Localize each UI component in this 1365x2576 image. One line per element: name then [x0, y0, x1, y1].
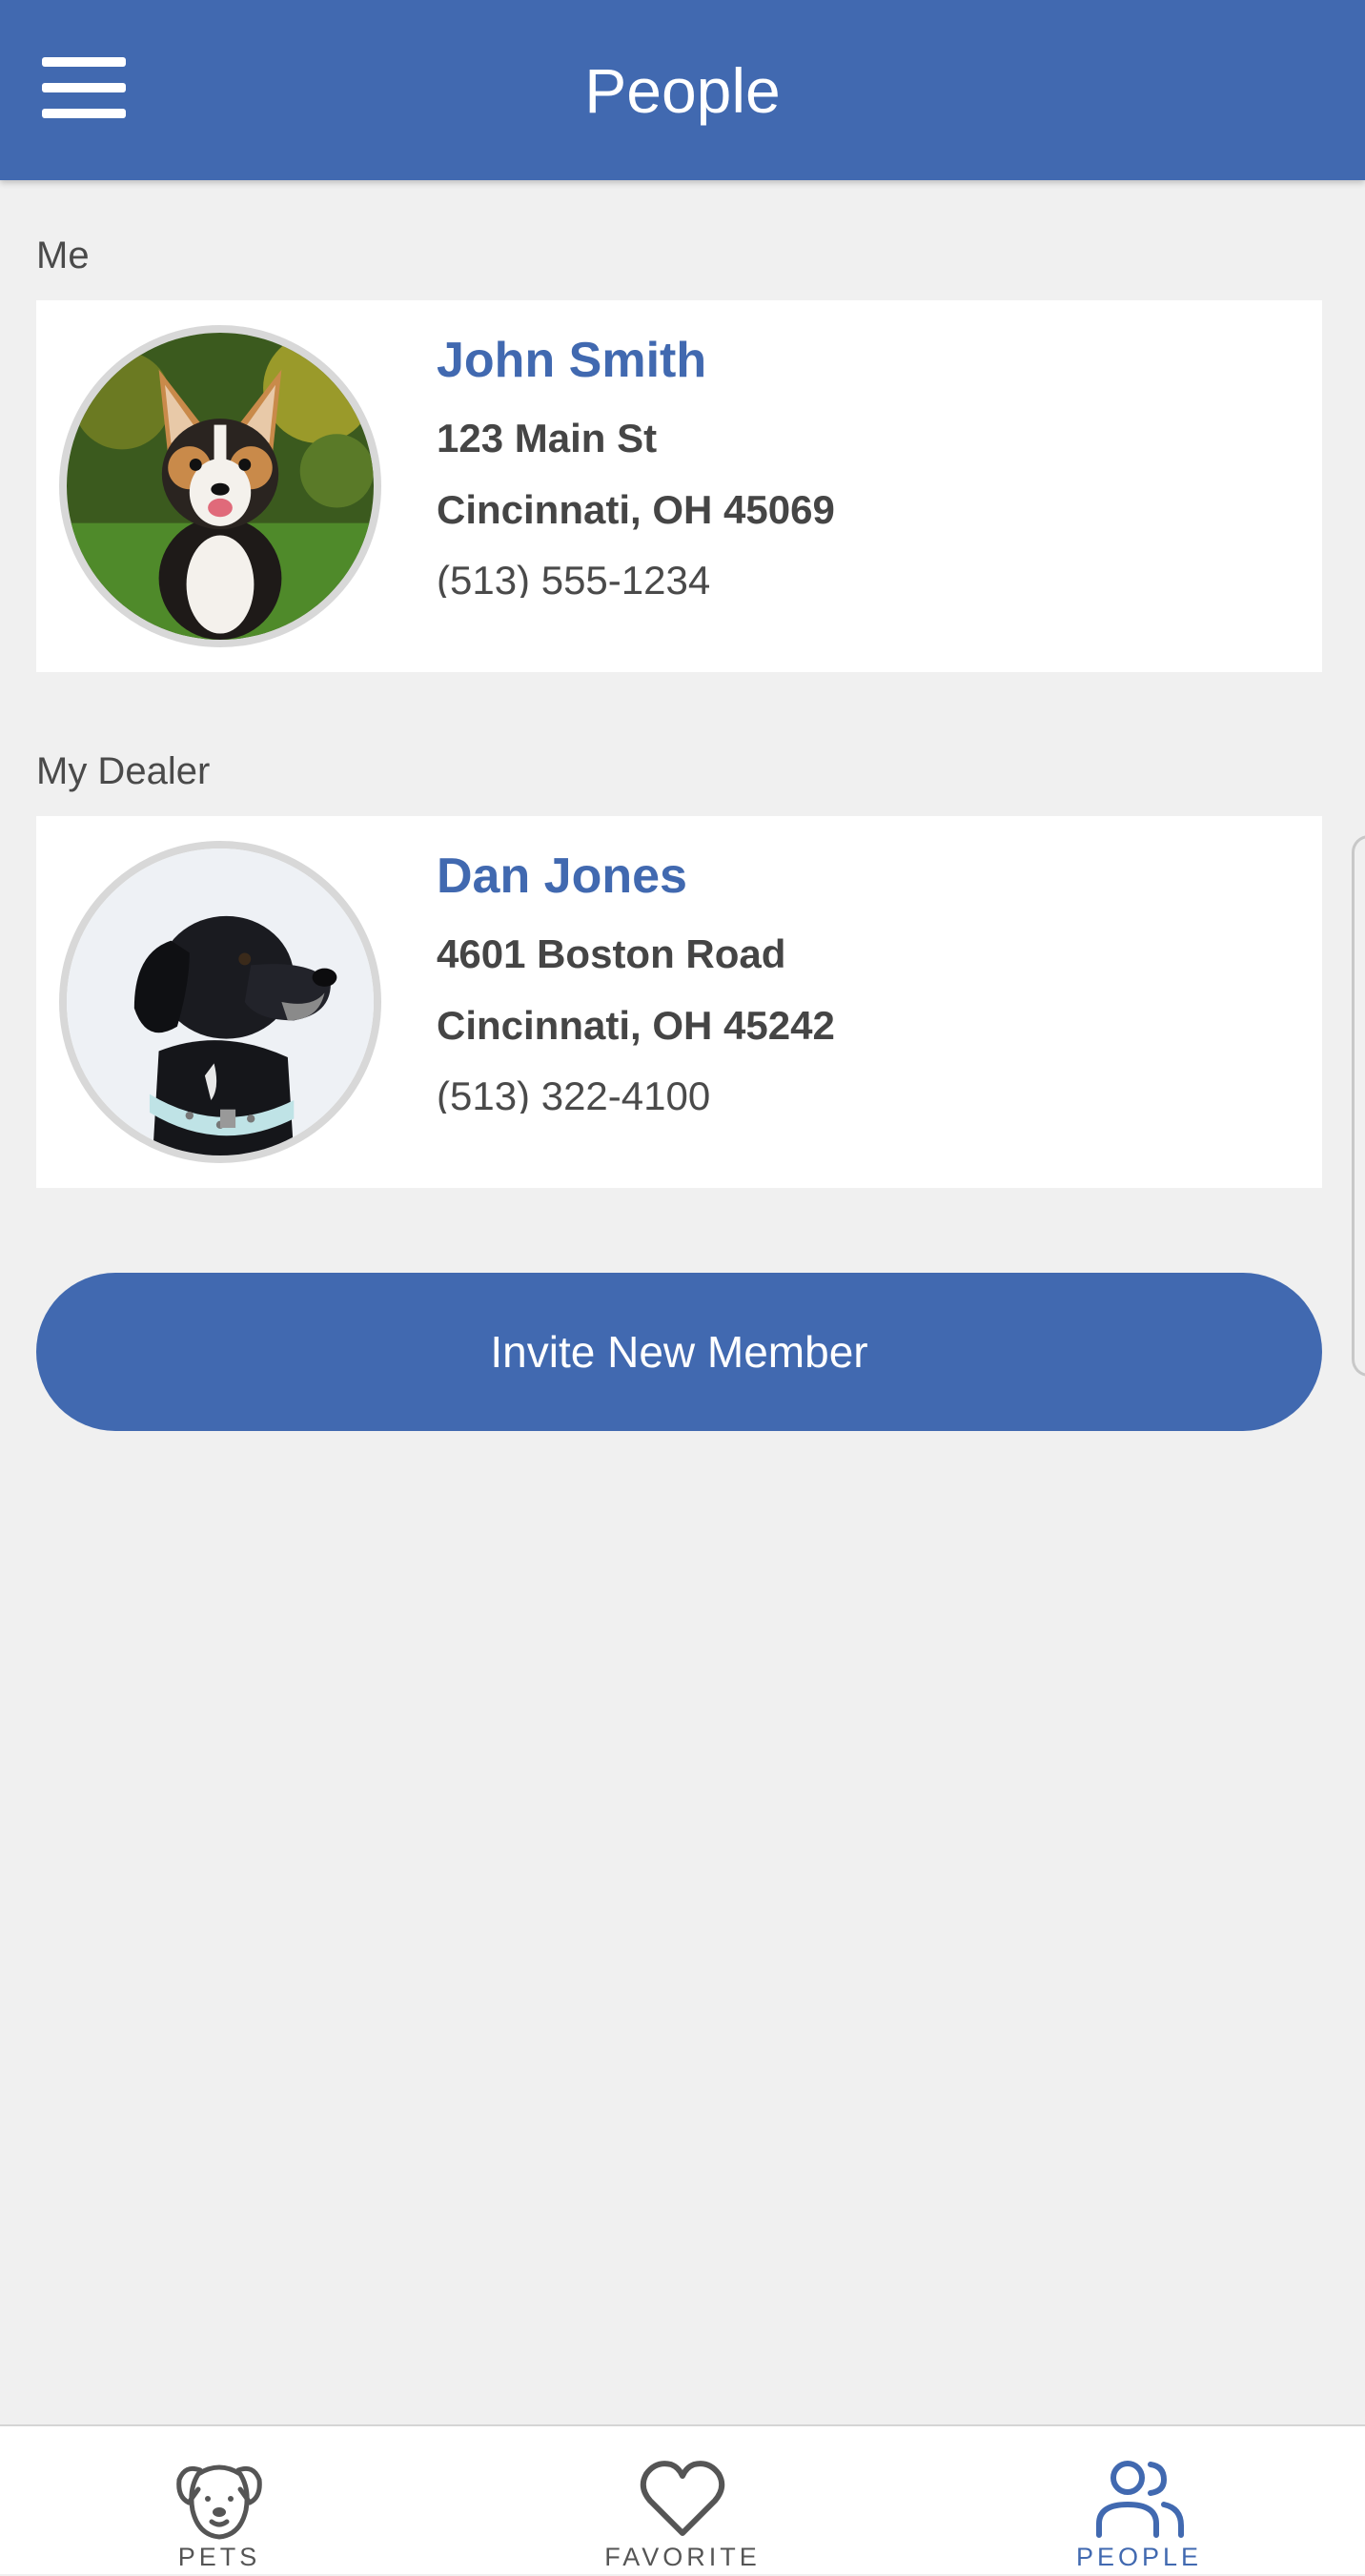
- dealer-name[interactable]: Dan Jones: [437, 845, 835, 908]
- dealer-card[interactable]: Dan Jones 4601 Boston Road Cincinnati, O…: [36, 816, 1322, 1188]
- invite-new-member-button[interactable]: Invite New Member: [36, 1273, 1322, 1431]
- dog-face-icon: [176, 2464, 262, 2540]
- me-card[interactable]: John Smith 123 Main St Cincinnati, OH 45…: [36, 300, 1322, 672]
- page-title: People: [584, 55, 781, 126]
- me-avatar: [59, 325, 381, 647]
- nav-item-pets[interactable]: PETS: [76, 2426, 362, 2576]
- me-phone[interactable]: (513) 555-1234: [437, 556, 835, 598]
- dealer-info: Dan Jones 4601 Boston Road Cincinnati, O…: [437, 845, 835, 1114]
- corgi-photo: [67, 333, 374, 640]
- me-name[interactable]: John Smith: [437, 329, 835, 392]
- dealer-avatar: [59, 841, 381, 1163]
- nav-label-people: PEOPLE: [1075, 2543, 1203, 2571]
- bottom-nav: PETS FAVORITE PEOPLE: [0, 2424, 1365, 2574]
- dealer-address-line2: Cincinnati, OH 45242: [437, 1003, 835, 1048]
- side-drawer-handle[interactable]: [1352, 835, 1365, 1377]
- app-bar: People: [0, 0, 1365, 180]
- nav-item-people[interactable]: PEOPLE: [996, 2426, 1282, 2576]
- people-icon: [1096, 2461, 1184, 2538]
- heart-icon: [640, 2461, 725, 2536]
- black-labrador-photo: [67, 848, 374, 1155]
- me-address-line1: 123 Main St: [437, 416, 658, 460]
- section-label-dealer: My Dealer: [36, 750, 211, 792]
- me-info: John Smith 123 Main St Cincinnati, OH 45…: [437, 329, 835, 598]
- me-address-line2: Cincinnati, OH 45069: [437, 487, 835, 532]
- dealer-phone[interactable]: (513) 322-4100: [437, 1072, 835, 1114]
- dealer-address-line1: 4601 Boston Road: [437, 931, 786, 976]
- nav-label-pets: PETS: [177, 2543, 261, 2571]
- nav-label-favorite: FAVORITE: [604, 2543, 761, 2571]
- section-label-me: Me: [36, 235, 90, 276]
- nav-item-favorite[interactable]: FAVORITE: [540, 2426, 825, 2576]
